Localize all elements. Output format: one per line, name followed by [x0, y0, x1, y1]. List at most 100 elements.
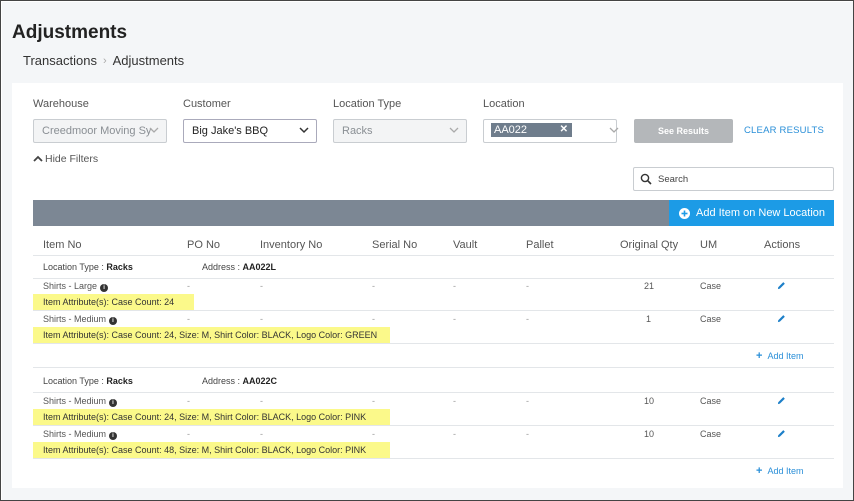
row-pallet: - [526, 429, 529, 439]
divider [33, 310, 834, 311]
attr-label: Item Attribute(s): [43, 330, 110, 340]
row-po: - [187, 281, 190, 291]
row-um: Case [700, 314, 722, 324]
group-address-label: Address : [202, 262, 241, 272]
location-type-value: Racks [342, 125, 373, 137]
divider [33, 278, 834, 279]
row-inventory: - [260, 314, 263, 324]
col-serial-no[interactable]: Serial No [372, 239, 417, 251]
info-icon[interactable]: i [109, 432, 118, 440]
row-vault: - [453, 429, 456, 439]
breadcrumb-transactions[interactable]: Transactions [23, 53, 97, 68]
edit-pencil-icon[interactable] [777, 429, 786, 438]
item-attributes-highlight: Item Attribute(s): Case Count: 48, Size:… [33, 442, 390, 458]
add-item-label: Add Item [767, 466, 804, 476]
row-item-name: Shirts - Large i [43, 281, 109, 292]
row-qty: 10 [644, 396, 655, 406]
search-placeholder: Search [658, 174, 689, 185]
info-icon[interactable]: i [100, 284, 109, 292]
col-pallet[interactable]: Pallet [526, 239, 554, 251]
location-tag-label: AA022 [494, 124, 528, 136]
row-item-name: Shirts - Medium i [43, 314, 118, 325]
app-window: Adjustments Transactions › Adjustments W… [0, 0, 854, 501]
row-vault: - [453, 396, 456, 406]
item-name: Shirts - Medium [43, 396, 107, 406]
info-icon[interactable]: i [109, 399, 118, 407]
row-inventory: - [260, 396, 263, 406]
col-inventory-no[interactable]: Inventory No [260, 239, 322, 251]
item-name: Shirts - Large [43, 281, 98, 291]
customer-label: Customer [183, 98, 231, 110]
warehouse-select[interactable]: Creedmoor Moving Sy [33, 119, 167, 143]
add-item-link[interactable]: + Add Item [756, 465, 803, 477]
row-inventory: - [260, 429, 263, 439]
group-location-type-value: Racks [106, 376, 133, 386]
item-name: Shirts - Medium [43, 314, 107, 324]
divider [33, 425, 834, 426]
group-address: Address : AA022C [202, 376, 277, 386]
group-location-type: Location Type : Racks [43, 376, 133, 386]
attr-value: Case Count: 48, Size: M, Shirt Color: BL… [111, 445, 367, 455]
info-icon[interactable]: i [109, 317, 118, 325]
row-serial: - [372, 281, 375, 291]
row-um: Case [700, 281, 722, 291]
divider [33, 392, 834, 393]
group-location-type-value: Racks [106, 262, 133, 272]
row-um: Case [700, 429, 722, 439]
col-original-qty[interactable]: Original Qty [620, 239, 678, 251]
item-attributes-highlight: Item Attribute(s): Case Count: 24, Size:… [33, 327, 390, 343]
edit-pencil-icon[interactable] [777, 396, 786, 405]
row-po: - [187, 314, 190, 324]
item-attributes-highlight: Item Attribute(s): Case Count: 24, Size:… [33, 409, 390, 425]
chevron-down-icon[interactable] [609, 125, 619, 135]
warehouse-label: Warehouse [33, 98, 89, 110]
remove-tag-icon[interactable]: ✕ [560, 123, 568, 137]
group-address-label: Address : [202, 376, 241, 386]
divider [33, 255, 834, 256]
plus-icon: + [756, 465, 763, 477]
row-inventory: - [260, 281, 263, 291]
plus-icon: + [756, 350, 763, 362]
chevron-up-icon [33, 155, 43, 162]
clear-results-link[interactable]: CLEAR RESULTS [744, 125, 824, 136]
row-um: Case [700, 396, 722, 406]
attr-label: Item Attribute(s): [43, 297, 110, 307]
row-item-name: Shirts - Medium i [43, 396, 118, 407]
divider [33, 367, 834, 368]
row-vault: - [453, 281, 456, 291]
col-actions: Actions [764, 239, 801, 251]
col-po-no[interactable]: PO No [187, 239, 220, 251]
hide-filters-label: Hide Filters [45, 153, 99, 165]
group-location-type-label: Location Type : [43, 376, 104, 386]
divider [33, 343, 834, 344]
page-header: Adjustments Transactions › Adjustments [2, 2, 853, 70]
location-tag[interactable]: AA022 ✕ [491, 123, 572, 137]
add-item-on-new-location-button[interactable]: Add Item on New Location [669, 200, 834, 226]
location-type-select[interactable]: Racks [333, 119, 467, 143]
see-results-button[interactable]: See Results [634, 119, 733, 143]
col-vault[interactable]: Vault [453, 239, 477, 251]
row-serial: - [372, 396, 375, 406]
col-item-no[interactable]: Item No [43, 239, 82, 251]
warehouse-value: Creedmoor Moving Sy [42, 125, 152, 137]
row-po: - [187, 396, 190, 406]
row-pallet: - [526, 281, 529, 291]
row-pallet: - [526, 314, 529, 324]
edit-pencil-icon[interactable] [777, 314, 786, 323]
search-input[interactable]: Search [633, 167, 834, 191]
edit-pencil-icon[interactable] [777, 281, 786, 290]
add-item-label: Add Item [767, 351, 804, 361]
breadcrumb: Transactions › Adjustments [23, 53, 184, 68]
row-po: - [187, 429, 190, 439]
item-attributes-highlight: Item Attribute(s): Case Count: 24 [33, 294, 194, 310]
row-vault: - [453, 314, 456, 324]
col-um[interactable]: UM [700, 239, 717, 251]
plus-circle-icon [679, 208, 690, 219]
location-label: Location [483, 98, 525, 110]
customer-select[interactable]: Big Jake's BBQ [183, 119, 317, 143]
group-address: Address : AA022L [202, 262, 276, 272]
add-item-link[interactable]: + Add Item [756, 350, 803, 362]
divider [33, 458, 834, 459]
hide-filters-toggle[interactable]: Hide Filters [33, 153, 98, 165]
table-toolbar [33, 200, 669, 226]
